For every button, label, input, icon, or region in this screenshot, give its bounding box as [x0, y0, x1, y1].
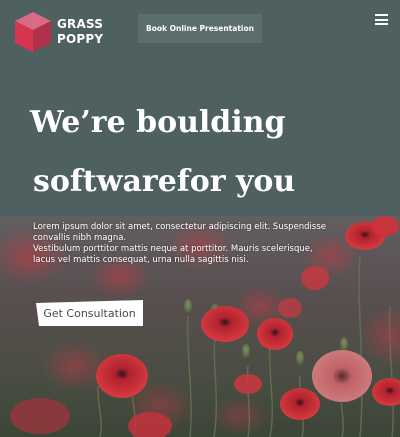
headline-line-2: softwarefor you: [33, 164, 296, 199]
headline-line-1: We’re boulding: [30, 105, 286, 140]
landing-page: GRASS POPPY Book Online Presentation We’…: [0, 0, 400, 437]
description-line-2: Vestibulum porttitor mattis neque at por…: [33, 244, 313, 265]
get-consultation-button[interactable]: Get Consultation: [36, 300, 143, 326]
book-online-presentation-button[interactable]: Book Online Presentation: [138, 14, 262, 43]
menu-bar-top: [375, 14, 388, 16]
menu-bar-middle: [375, 18, 388, 21]
logo-text: GRASS POPPY: [57, 17, 103, 47]
cube-logo-icon: [15, 12, 51, 52]
logo-line-2: POPPY: [57, 32, 104, 46]
hero-description: Lorem ipsum dolor sit amet, consectetur …: [33, 222, 333, 266]
grass-poppy-logo[interactable]: GRASS POPPY: [13, 10, 103, 54]
logo-line-1: GRASS: [57, 17, 104, 31]
menu-bar-bottom: [375, 23, 388, 25]
description-line-1: Lorem ipsum dolor sit amet, consectetur …: [33, 222, 326, 243]
hamburger-menu-icon[interactable]: [375, 14, 388, 25]
